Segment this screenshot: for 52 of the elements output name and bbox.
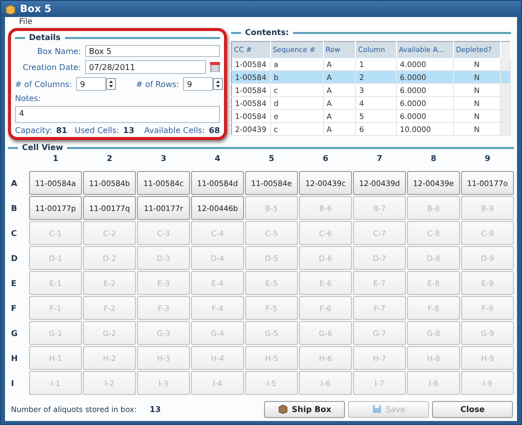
field-label: Notes: — [15, 94, 42, 103]
columns-field[interactable]: 9 — [76, 77, 106, 91]
row-letter: E — [10, 278, 18, 290]
available-cells-label: Available Cells: — [144, 126, 205, 135]
used-cells-label: Used Cells: — [74, 126, 120, 135]
used-cells-value: 13 — [123, 126, 134, 135]
row-letter: C — [10, 228, 18, 240]
row-letter: F — [10, 302, 18, 314]
column-number: 5 — [268, 153, 276, 165]
row-letter: B — [10, 202, 18, 214]
box-icon — [5, 4, 16, 14]
spinner-control[interactable] — [213, 78, 223, 90]
field-label: # of Rows: — [136, 80, 179, 88]
section-title: Details — [29, 33, 61, 42]
row-letter: I — [10, 378, 15, 390]
row-letter: H — [10, 352, 19, 364]
row-letter: D — [10, 252, 19, 264]
row-letter: A — [10, 178, 18, 190]
column-number: 2 — [106, 153, 114, 165]
capacity-value: 81 — [56, 126, 68, 135]
close-button[interactable]: Close — [432, 400, 513, 418]
date-field[interactable]: 07/28/2011 — [85, 60, 206, 74]
column-number: 4 — [214, 153, 222, 165]
package-icon — [278, 404, 288, 414]
field-label: Creation Date: — [22, 62, 81, 72]
column-number: 7 — [376, 153, 384, 165]
column-number: 9 — [484, 153, 492, 165]
column-number: 6 — [322, 153, 330, 165]
calendar-icon[interactable] — [210, 62, 220, 72]
section-title: Cell View — [22, 143, 64, 152]
floppy-icon — [372, 404, 382, 414]
window-title: Box 5 — [20, 4, 52, 14]
box-name-field[interactable]: Box 5 — [85, 45, 220, 57]
field-label: Box Name: — [36, 46, 81, 56]
capacity-label: Capacity: — [15, 126, 52, 135]
down-arrow-icon[interactable] — [107, 84, 115, 89]
ship-button[interactable]: Ship Box — [264, 400, 345, 418]
column-number: 3 — [160, 153, 168, 165]
menu-item[interactable]: File — [19, 17, 32, 26]
down-arrow-icon[interactable] — [214, 84, 222, 89]
field-label: # of Columns: — [15, 80, 72, 88]
aliquot-count-value: 13 — [150, 404, 161, 414]
rows-field[interactable]: 9 — [183, 77, 213, 91]
column-number: 8 — [430, 153, 438, 165]
row-letter: G — [10, 328, 19, 340]
notes-field[interactable]: 4 — [15, 106, 220, 123]
section-title: Contents: — [245, 28, 289, 37]
up-arrow-icon[interactable] — [107, 79, 115, 84]
spinner-control[interactable] — [106, 78, 116, 90]
available-cells-value: 68 — [208, 126, 220, 135]
column-number: 1 — [52, 153, 60, 165]
up-arrow-icon[interactable] — [214, 79, 222, 84]
